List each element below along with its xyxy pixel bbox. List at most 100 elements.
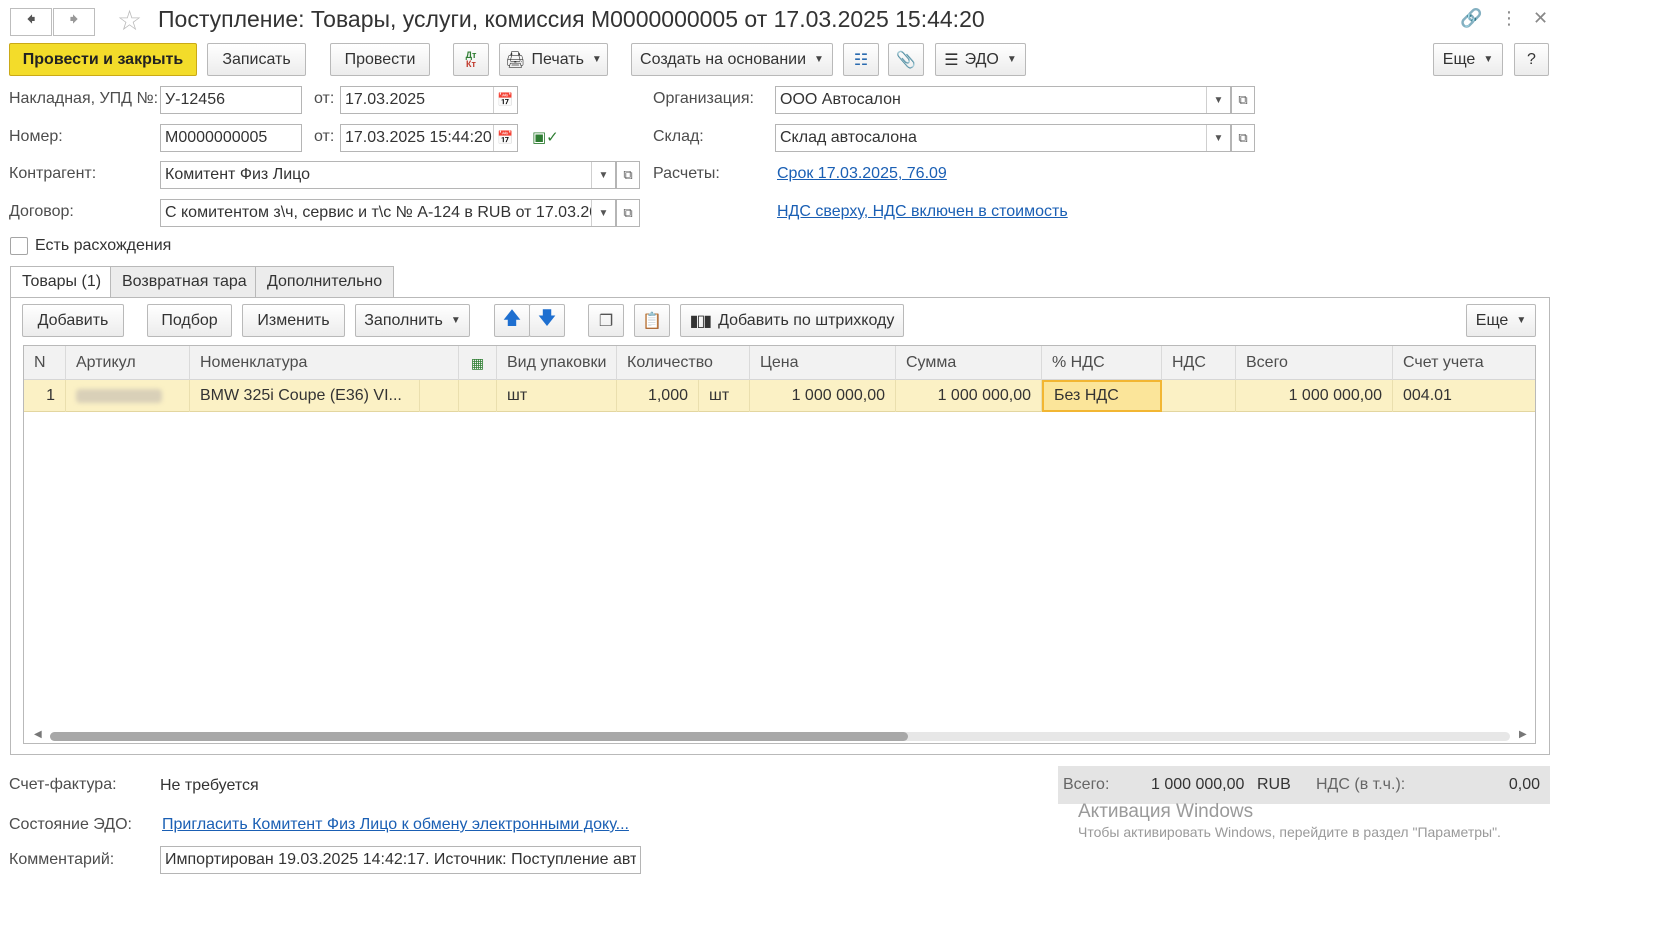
- attach-button[interactable]: 📎: [888, 43, 924, 76]
- invoice-number-value: У-12456: [165, 91, 225, 108]
- chevron-down-icon: ▼: [450, 315, 461, 326]
- row-total[interactable]: 1 000 000,00: [1236, 380, 1393, 412]
- column-header-vat-rate[interactable]: % НДС: [1042, 346, 1162, 380]
- column-header-quantity[interactable]: Количество: [617, 346, 750, 380]
- move-up-button[interactable]: 🡅: [494, 304, 530, 337]
- row-package[interactable]: шт: [497, 380, 617, 412]
- scrollbar-thumb[interactable]: [50, 732, 908, 741]
- forward-button[interactable]: 🠺: [53, 8, 95, 36]
- edo-invite-link[interactable]: Пригласить Комитент Физ Лицо к обмену эл…: [162, 816, 629, 834]
- invoice-date-value: 17.03.2025: [345, 91, 426, 108]
- column-header-sum[interactable]: Сумма: [896, 346, 1042, 380]
- tab-returnable-containers[interactable]: Возвратная тара: [110, 266, 259, 298]
- windows-activation-text: Чтобы активировать Windows, перейдите в …: [1078, 824, 1501, 840]
- warehouse-open-button[interactable]: ⧉: [1231, 124, 1255, 152]
- back-button[interactable]: 🠸: [10, 8, 52, 36]
- scroll-right-icon[interactable]: ▶: [1519, 729, 1527, 740]
- row-price[interactable]: 1 000 000,00: [750, 380, 896, 412]
- close-icon[interactable]: ✕: [1533, 8, 1548, 29]
- edo-button[interactable]: ☰ ЭДО ▼: [935, 43, 1026, 76]
- vat-mode-link[interactable]: НДС сверху, НДС включен в стоимость: [777, 203, 1068, 221]
- more-vertical-icon[interactable]: ⋮: [1500, 8, 1518, 29]
- row-vat[interactable]: [1162, 380, 1236, 412]
- help-button[interactable]: ?: [1514, 43, 1549, 76]
- add-row-button[interactable]: Добавить: [22, 304, 124, 337]
- create-based-on-label: Создать на основании: [640, 50, 807, 68]
- counterparty-value: Комитент Физ Лицо: [165, 166, 311, 183]
- chevron-down-icon[interactable]: ▼: [1206, 125, 1230, 151]
- row-vat-rate[interactable]: Без НДС: [1042, 380, 1162, 412]
- create-based-on-button[interactable]: Создать на основании ▼: [631, 43, 833, 76]
- open-window-icon: ⧉: [1238, 130, 1248, 145]
- row-account[interactable]: 004.01: [1393, 380, 1535, 412]
- table-row[interactable]: 1 BMW 325i Coupe (E36) VI... шт 1,000 шт…: [24, 380, 1535, 412]
- paste-button[interactable]: 📋: [634, 304, 670, 337]
- settlements-link[interactable]: Срок 17.03.2025, 76.09: [777, 165, 947, 183]
- table-more-button[interactable]: Еще ▼: [1466, 304, 1536, 337]
- organization-open-button[interactable]: ⧉: [1231, 86, 1255, 114]
- comment-field[interactable]: Импортирован 19.03.2025 14:42:17. Источн…: [160, 846, 641, 874]
- row-unit[interactable]: шт: [699, 380, 750, 412]
- favorite-star-icon[interactable]: ☆: [117, 4, 142, 37]
- calendar-icon[interactable]: 📅: [493, 87, 517, 113]
- structure-button[interactable]: ☷: [843, 43, 879, 76]
- organization-field[interactable]: ООО Автосалон ▼: [775, 86, 1231, 114]
- selection-button[interactable]: Подбор: [147, 304, 232, 337]
- discrepancy-checkbox[interactable]: [10, 237, 28, 255]
- goods-table[interactable]: N Артикул Номенклатура ▦ Вид упаковки Ко…: [23, 345, 1536, 744]
- row-nomenclature[interactable]: BMW 325i Coupe (E36) VI...: [190, 380, 420, 412]
- kt-label: Кт: [466, 58, 476, 69]
- contract-open-button[interactable]: ⧉: [616, 199, 640, 227]
- tab-goods[interactable]: Товары (1): [10, 266, 114, 298]
- edo-icon: ☰: [944, 51, 959, 69]
- column-header-n[interactable]: N: [24, 346, 66, 380]
- column-header-nomenclature[interactable]: Номенклатура: [190, 346, 459, 380]
- edo-label: ЭДО: [964, 50, 999, 68]
- number-field[interactable]: М0000000005: [160, 124, 302, 152]
- post-and-close-button[interactable]: Провести и закрыть: [9, 43, 197, 76]
- column-header-account[interactable]: Счет учета: [1393, 346, 1535, 380]
- counterparty-open-button[interactable]: ⧉: [616, 161, 640, 189]
- copy-button[interactable]: ❐: [588, 304, 624, 337]
- fill-button[interactable]: Заполнить ▼: [355, 304, 470, 337]
- column-header-total[interactable]: Всего: [1236, 346, 1393, 380]
- chevron-down-icon[interactable]: ▼: [591, 162, 615, 188]
- article-redacted: [76, 389, 162, 403]
- chevron-down-icon[interactable]: ▼: [591, 200, 615, 226]
- column-header-package[interactable]: Вид упаковки: [497, 346, 617, 380]
- column-header-price[interactable]: Цена: [750, 346, 896, 380]
- invoice-number-field[interactable]: У-12456: [160, 86, 302, 114]
- scroll-left-icon[interactable]: ◀: [34, 729, 42, 740]
- add-by-barcode-button[interactable]: ▮▯▮ Добавить по штрихкоду: [680, 304, 904, 337]
- chevron-down-icon[interactable]: ▼: [1206, 87, 1230, 113]
- row-sum[interactable]: 1 000 000,00: [896, 380, 1042, 412]
- link-icon[interactable]: 🔗: [1460, 8, 1482, 29]
- row-nomenclature-extra[interactable]: [420, 380, 459, 412]
- row-quantity[interactable]: 1,000: [617, 380, 699, 412]
- document-check-icon[interactable]: ▣✓: [532, 128, 559, 146]
- calendar-icon[interactable]: 📅: [493, 125, 517, 151]
- move-down-button[interactable]: 🡇: [529, 304, 565, 337]
- invoice-date-field[interactable]: 17.03.2025 📅: [340, 86, 518, 114]
- column-header-marking[interactable]: ▦: [459, 346, 497, 380]
- contract-field[interactable]: С комитентом з\ч, сервис и т\с № А-124 в…: [160, 199, 616, 227]
- post-button[interactable]: Провести: [330, 43, 430, 76]
- organization-value: ООО Автосалон: [780, 91, 901, 108]
- chevron-down-icon: ▼: [1516, 315, 1527, 326]
- save-button[interactable]: Записать: [207, 43, 306, 76]
- row-marking[interactable]: [459, 380, 497, 412]
- window-title: Поступление: Товары, услуги, комиссия М0…: [158, 6, 985, 32]
- horizontal-scrollbar[interactable]: [50, 732, 1510, 741]
- counterparty-field[interactable]: Комитент Физ Лицо ▼: [160, 161, 616, 189]
- number-date-field[interactable]: 17.03.2025 15:44:20 📅: [340, 124, 518, 152]
- column-header-article[interactable]: Артикул: [66, 346, 190, 380]
- row-article[interactable]: [66, 380, 190, 412]
- dt-kt-button[interactable]: Дт Кт: [453, 43, 489, 76]
- tab-additional[interactable]: Дополнительно: [255, 266, 395, 298]
- more-button[interactable]: Еще ▼: [1433, 43, 1503, 76]
- print-button[interactable]: 🖨 Печать ▼: [499, 43, 608, 76]
- warehouse-field[interactable]: Склад автосалона ▼: [775, 124, 1231, 152]
- column-header-vat[interactable]: НДС: [1162, 346, 1236, 380]
- organization-label: Организация:: [653, 90, 754, 107]
- change-button[interactable]: Изменить: [242, 304, 345, 337]
